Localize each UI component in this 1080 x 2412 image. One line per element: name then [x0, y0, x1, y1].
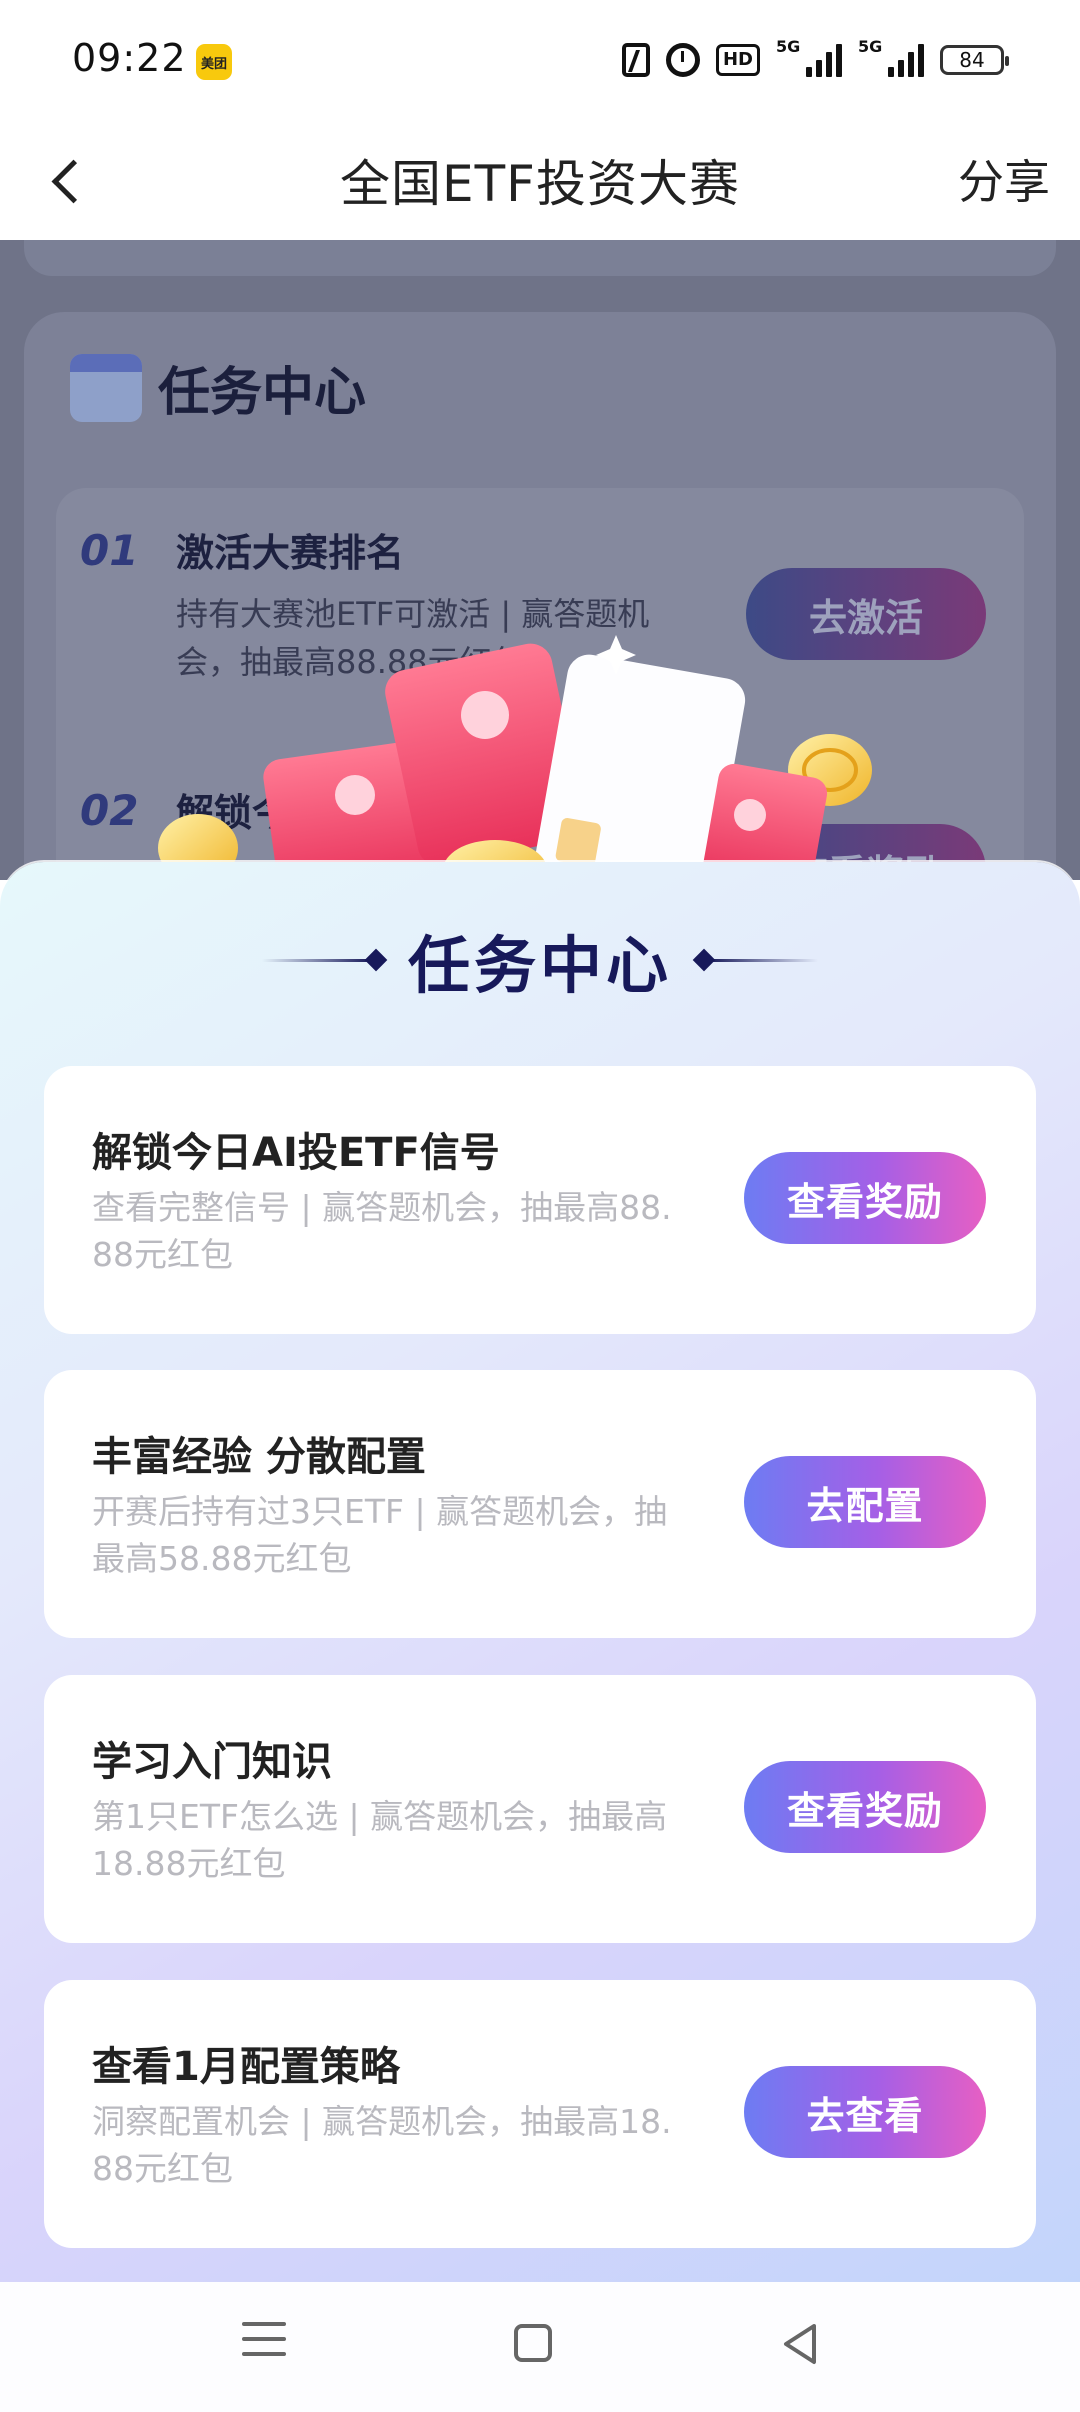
title-decoration-right [692, 948, 818, 972]
task-number: 01 [80, 526, 139, 575]
share-button[interactable]: 分享 [958, 146, 1050, 212]
network-label: 5G [776, 37, 801, 56]
view-reward-button[interactable]: 查看奖励 [744, 1761, 986, 1853]
task-title: 学习入门知识 [92, 1739, 332, 1785]
hd-icon: HD [715, 44, 760, 76]
status-icons: HD 5G 5G 84 [621, 37, 1009, 82]
task-card: 丰富经验 分散配置 开赛后持有过3只ETF | 赢答题机会，抽最高58.88元红… [44, 1370, 1036, 1638]
task-card: 解锁今日AI投ETF信号 查看完整信号 | 赢答题机会，抽最高88.88元红包 … [44, 1066, 1036, 1334]
alarm-icon [665, 43, 700, 77]
title-bar: 全国ETF投资大赛 分享 [0, 120, 1080, 240]
menu-icon[interactable] [242, 2322, 286, 2366]
signal-5g-icon: 5G [776, 37, 842, 77]
nfc-icon [621, 43, 650, 77]
background-card-header: 任务中心 [70, 350, 366, 425]
sheet-title: 任务中心 [407, 929, 672, 1002]
background-task-title: 激活大赛排名 [176, 531, 405, 575]
red-envelope-illustration [158, 635, 872, 890]
page-title: 全国ETF投资大赛 [340, 155, 740, 213]
network-label: 5G [858, 37, 883, 56]
task-title: 查看1月配置策略 [92, 2044, 400, 2090]
system-nav-bar [0, 2282, 1080, 2412]
status-bar: 09:22 美团 HD 5G 5G 84 [0, 0, 1080, 120]
task-description: 洞察配置机会 | 赢答题机会，抽最高18.88元红包 [92, 2102, 672, 2188]
task-title: 解锁今日AI投ETF信号 [92, 1130, 500, 1176]
view-button[interactable]: 去查看 [744, 2066, 986, 2158]
task-card: 学习入门知识 第1只ETF怎么选 | 赢答题机会，抽最高18.88元红包 查看奖… [44, 1675, 1036, 1943]
status-time: 09:22 [72, 36, 187, 80]
back-triangle-icon[interactable] [778, 2320, 822, 2368]
meituan-app-icon: 美团 [196, 44, 232, 80]
task-description: 第1只ETF怎么选 | 赢答题机会，抽最高18.88元红包 [92, 1797, 668, 1883]
task-number: 02 [80, 786, 139, 835]
background-card-top [24, 240, 1056, 276]
sheet-header: 任务中心 [0, 920, 1080, 1002]
task-description: 查看完整信号 | 赢答题机会，抽最高88.88元红包 [92, 1188, 672, 1274]
title-decoration-left [261, 948, 388, 972]
task-description: 开赛后持有过3只ETF | 赢答题机会，抽最高58.88元红包 [92, 1492, 668, 1578]
calendar-icon [70, 353, 142, 422]
signal-5g-icon: 5G [858, 37, 924, 77]
task-title: 丰富经验 分散配置 [92, 1434, 426, 1480]
task-center-sheet: 任务中心 解锁今日AI投ETF信号 查看完整信号 | 赢答题机会，抽最高88.8… [0, 862, 1080, 2282]
home-icon[interactable] [514, 2324, 552, 2362]
background-section-title: 任务中心 [158, 363, 367, 423]
configure-button[interactable]: 去配置 [744, 1456, 986, 1548]
battery-icon: 84 [940, 45, 1009, 75]
view-reward-button[interactable]: 查看奖励 [744, 1152, 986, 1244]
task-card: 查看1月配置策略 洞察配置机会 | 赢答题机会，抽最高18.88元红包 去查看 [44, 1980, 1036, 2248]
